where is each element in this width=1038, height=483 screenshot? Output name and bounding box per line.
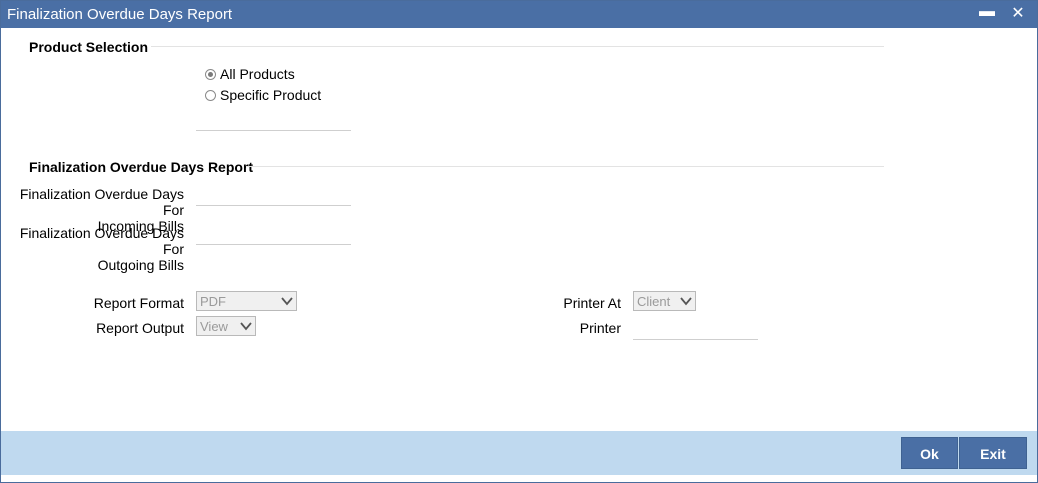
ok-button[interactable]: Ok — [901, 437, 958, 469]
printer-label: Printer — [579, 320, 621, 336]
overdue-report-heading: Finalization Overdue Days Report — [29, 159, 254, 175]
radio-specific-product[interactable]: Specific Product — [205, 86, 321, 104]
radio-all-products[interactable]: All Products — [205, 65, 295, 83]
report-output-select[interactable]: View — [196, 316, 256, 336]
minimize-icon[interactable]: ▬ — [977, 3, 997, 25]
section-divider — [151, 46, 884, 47]
select-value: Client — [637, 294, 671, 309]
radio-label: Specific Product — [220, 87, 322, 103]
label-line: Finalization Overdue Days For — [19, 225, 184, 257]
radio-button[interactable] — [205, 68, 216, 80]
product-code-input[interactable] — [196, 112, 351, 131]
printer-at-label: Printer At — [563, 295, 621, 311]
outgoing-bills-days-input[interactable] — [196, 226, 351, 245]
select-value: PDF — [200, 294, 226, 309]
label-line: Finalization Overdue Days For — [19, 186, 184, 218]
label-line: Outgoing Bills — [97, 257, 184, 273]
printer-input[interactable] — [633, 321, 758, 340]
title-bar: Finalization Overdue Days Report ▬ ✕ — [1, 1, 1037, 28]
footer-bar: Ok Exit — [1, 431, 1037, 475]
window-title: Finalization Overdue Days Report — [7, 6, 233, 23]
exit-button[interactable]: Exit — [959, 437, 1027, 469]
product-selection-heading: Product Selection — [29, 39, 149, 55]
chevron-down-icon — [281, 297, 293, 306]
select-value: View — [200, 319, 228, 334]
report-format-select[interactable]: PDF — [196, 291, 297, 311]
chevron-down-icon — [240, 322, 252, 331]
report-output-label: Report Output — [96, 320, 184, 336]
printer-at-select[interactable]: Client — [633, 291, 696, 311]
section-divider — [246, 166, 884, 167]
close-icon[interactable]: ✕ — [1008, 3, 1028, 25]
report-window: Finalization Overdue Days Report ▬ ✕ Pro… — [0, 0, 1038, 483]
radio-button[interactable] — [205, 89, 216, 101]
chevron-down-icon — [680, 297, 692, 306]
report-format-label: Report Format — [93, 295, 184, 311]
radio-label: All Products — [220, 66, 295, 82]
incoming-bills-days-input[interactable] — [196, 187, 351, 206]
outgoing-bills-label: Finalization Overdue Days For Outgoing B… — [1, 225, 184, 273]
